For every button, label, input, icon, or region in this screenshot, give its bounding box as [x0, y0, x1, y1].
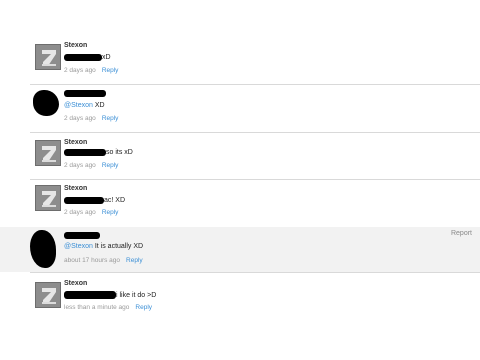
- comment-time: less than a minute ago: [64, 304, 130, 311]
- comment-time: 2 days ago: [64, 115, 96, 122]
- comment-divider: [30, 84, 480, 85]
- mention-link[interactable]: @Stexon: [64, 102, 93, 109]
- reply-link[interactable]: Reply: [102, 162, 119, 169]
- redacted-text: [64, 148, 106, 156]
- comment-time: 2 days ago: [64, 162, 96, 169]
- reply-link[interactable]: Reply: [102, 67, 119, 74]
- comment-divider: [30, 132, 480, 133]
- redacted-mention: [64, 53, 102, 61]
- comment-time: 2 days ago: [64, 209, 96, 216]
- comment-meta: less than a minute ago Reply: [64, 304, 152, 311]
- comment-author[interactable]: Stexon: [64, 42, 87, 49]
- redacted-text: [64, 291, 116, 300]
- comment-divider: [30, 272, 480, 273]
- reply-link[interactable]: Reply: [102, 115, 119, 122]
- comment-author-redacted: [64, 231, 100, 240]
- comment-text: @Stexon XD: [64, 102, 105, 109]
- redacted-text: [64, 196, 104, 204]
- reply-link[interactable]: Reply: [135, 304, 152, 311]
- comment-text: i like it do >D: [64, 291, 156, 300]
- redacted-avatar-icon[interactable]: [33, 90, 59, 116]
- comment-meta: 2 days ago Reply: [64, 209, 118, 216]
- comment-meta: about 17 hours ago Reply: [64, 257, 143, 264]
- comment-text: @Stexon It is actually XD: [64, 243, 144, 250]
- avatar-default-icon[interactable]: [35, 44, 61, 70]
- comment-time: about 17 hours ago: [64, 257, 121, 264]
- redacted-author: [64, 231, 100, 239]
- avatar-default-icon[interactable]: [35, 140, 61, 166]
- reply-link[interactable]: Reply: [102, 209, 119, 216]
- comment-time: 2 days ago: [64, 67, 96, 74]
- comment-5: Report @Stexon It is actually XD about 1…: [0, 227, 480, 272]
- comment-text: ac! XD: [64, 196, 125, 205]
- mention-link[interactable]: @Stexon: [64, 243, 93, 250]
- comment-text: so its xD: [64, 148, 133, 157]
- reply-link[interactable]: Reply: [126, 257, 143, 264]
- comment-author[interactable]: Stexon: [64, 139, 87, 146]
- comment-divider: [30, 179, 480, 180]
- comment-meta: 2 days ago Reply: [64, 115, 118, 122]
- comment-author[interactable]: Stexon: [64, 280, 87, 287]
- report-link[interactable]: Report: [451, 230, 472, 237]
- comment-author[interactable]: Stexon: [64, 185, 87, 192]
- comment-text: xD: [64, 53, 111, 62]
- comment-thread: { "comments": [ {"author": "Stexon", "te…: [0, 0, 480, 360]
- redacted-avatar-icon[interactable]: [30, 230, 56, 268]
- comment-meta: 2 days ago Reply: [64, 67, 118, 74]
- avatar-default-icon[interactable]: [35, 185, 61, 211]
- comment-meta: 2 days ago Reply: [64, 162, 118, 169]
- comment-author-redacted: [64, 89, 106, 98]
- redacted-author: [64, 89, 106, 97]
- avatar-default-icon[interactable]: [35, 282, 61, 308]
